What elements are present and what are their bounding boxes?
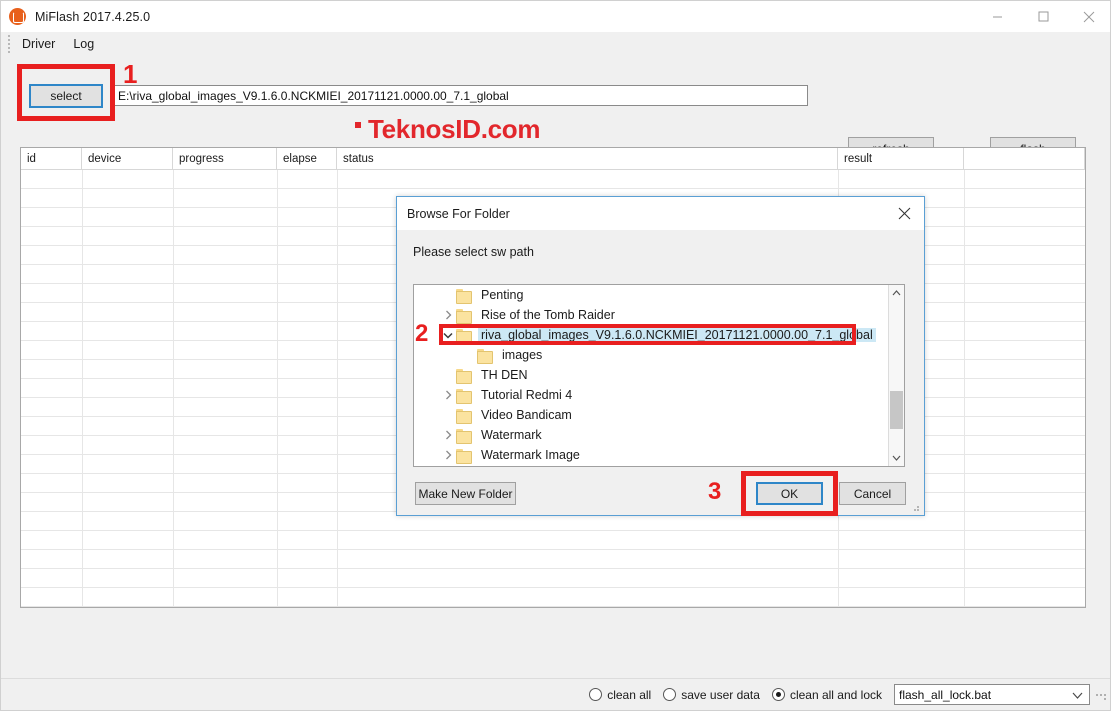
tree-folder-item[interactable]: images xyxy=(414,345,890,365)
chevron-down-icon xyxy=(1072,689,1083,703)
folder-tree[interactable]: Penting Rise of the Tomb Raider riva_globa… xyxy=(413,284,905,467)
flash-script-value: flash_all_lock.bat xyxy=(899,687,992,702)
scroll-down-icon[interactable] xyxy=(889,450,904,466)
tree-folder-label: Watermark Image xyxy=(481,448,580,462)
tree-folder-item[interactable]: Tutorial Redmi 4 xyxy=(414,385,890,405)
minimize-button[interactable] xyxy=(974,1,1020,32)
table-row[interactable] xyxy=(21,170,1085,189)
folder-icon xyxy=(456,368,472,384)
table-column-header[interactable]: result xyxy=(838,148,964,170)
chevron-down-icon[interactable] xyxy=(440,325,456,345)
radio-label: clean all xyxy=(607,687,652,702)
tree-folder-item[interactable]: Video Bandicam xyxy=(414,405,890,425)
table-column-header[interactable]: elapse xyxy=(277,148,337,170)
dialog-title: Browse For Folder xyxy=(407,206,510,221)
table-column-divider xyxy=(964,170,965,607)
tree-selected-folder[interactable]: riva_global_images_V9.1.6.0.NCKMIEI_2017… xyxy=(414,325,890,345)
miflash-window: MiFlash 2017.4.25.0 Driver Log select re… xyxy=(0,0,1111,711)
flash-script-select[interactable]: flash_all_lock.bat xyxy=(894,684,1090,705)
table-column-divider xyxy=(277,170,278,607)
miflash-logo-icon xyxy=(9,8,26,25)
folder-icon xyxy=(456,448,472,464)
tree-folder-label: Video Bandicam xyxy=(481,408,572,422)
table-column-header[interactable]: device xyxy=(82,148,173,170)
folder-icon xyxy=(456,408,472,424)
radio-clean-all[interactable]: clean all xyxy=(589,688,651,702)
watermark-teknosid: TeknosID.com xyxy=(355,114,540,145)
menu-grip-handle[interactable] xyxy=(4,35,13,53)
chevron-right-icon[interactable] xyxy=(440,445,456,465)
make-new-folder-button[interactable]: Make New Folder xyxy=(415,482,516,505)
dialog-prompt: Please select sw path xyxy=(413,245,534,259)
sw-path-input[interactable]: E:\riva_global_images_V9.1.6.0.NCKMIEI_2… xyxy=(114,85,808,106)
scroll-thumb[interactable] xyxy=(890,391,903,429)
tree-folder-label: Watermark xyxy=(481,428,542,442)
radio-save-user-data[interactable]: save user data xyxy=(663,688,760,702)
radio-icon xyxy=(589,688,603,701)
table-column-divider xyxy=(82,170,83,607)
menu-bar: Driver Log xyxy=(1,32,1110,56)
dialog-title-bar: Browse For Folder xyxy=(397,197,924,230)
table-column-divider xyxy=(337,170,338,607)
chevron-right-icon[interactable] xyxy=(440,385,456,405)
window-title: MiFlash 2017.4.25.0 xyxy=(35,9,151,24)
maximize-button[interactable] xyxy=(1020,1,1066,32)
table-header-row: id device progress elapse status result xyxy=(21,148,1085,170)
table-column-divider xyxy=(173,170,174,607)
cancel-button[interactable]: Cancel xyxy=(839,482,906,505)
ok-button[interactable]: OK xyxy=(756,482,823,505)
tree-folder-item[interactable]: Rise of the Tomb Raider xyxy=(414,305,890,325)
menu-item-driver[interactable]: Driver xyxy=(13,34,64,54)
tree-folder-label: riva_global_images_V9.1.6.0.NCKMIEI_2017… xyxy=(478,328,876,342)
radio-icon xyxy=(771,688,785,701)
window-controls xyxy=(974,1,1110,32)
folder-icon xyxy=(477,348,493,364)
tree-folder-label: Tutorial Redmi 4 xyxy=(481,388,573,402)
menu-item-log[interactable]: Log xyxy=(64,34,103,54)
folder-icon xyxy=(456,328,472,344)
table-row[interactable] xyxy=(21,531,1085,550)
folder-icon xyxy=(456,308,472,324)
status-bar: clean all save user data clean all and l… xyxy=(1,678,1110,710)
tree-folder-label: Penting xyxy=(481,288,524,302)
scroll-up-icon[interactable] xyxy=(889,285,904,301)
radio-icon xyxy=(663,688,677,701)
tree-scrollbar[interactable] xyxy=(888,285,904,466)
chevron-right-icon[interactable] xyxy=(440,425,456,445)
table-column-header[interactable]: status xyxy=(337,148,838,170)
table-row[interactable] xyxy=(21,588,1085,607)
table-row[interactable] xyxy=(21,550,1085,569)
window-resize-grip[interactable] xyxy=(1094,688,1106,700)
tree-folder-label: images xyxy=(502,348,543,362)
radio-label: clean all and lock xyxy=(789,687,882,702)
tree-folder-label: TH DEN xyxy=(481,368,528,382)
chevron-right-icon[interactable] xyxy=(440,305,456,325)
radio-clean-all-and-lock[interactable]: clean all and lock xyxy=(771,687,882,702)
select-button[interactable]: select xyxy=(29,84,103,108)
table-column-header[interactable] xyxy=(964,148,1085,170)
dialog-resize-grip[interactable] xyxy=(910,502,920,512)
tree-folder-item[interactable]: Watermark xyxy=(414,425,890,445)
title-bar: MiFlash 2017.4.25.0 xyxy=(1,1,1110,32)
table-column-header[interactable]: id xyxy=(21,148,82,170)
table-column-header[interactable]: progress xyxy=(173,148,277,170)
watermark-text: TeknosID.com xyxy=(368,114,541,144)
close-button[interactable] xyxy=(1066,1,1110,32)
tree-folder-item[interactable]: TH DEN xyxy=(414,365,890,385)
table-row[interactable] xyxy=(21,569,1085,588)
tree-folder-label: Rise of the Tomb Raider xyxy=(481,308,615,322)
dialog-close-icon[interactable] xyxy=(884,197,924,230)
watermark-dot-icon xyxy=(355,121,361,128)
folder-icon xyxy=(456,288,472,304)
tree-folder-item[interactable]: Penting xyxy=(414,285,890,305)
radio-label: save user data xyxy=(681,687,760,702)
folder-icon xyxy=(456,388,472,404)
browse-for-folder-dialog: Browse For Folder Please select sw path … xyxy=(396,196,925,516)
tree-folder-item[interactable]: Watermark Image xyxy=(414,445,890,465)
folder-icon xyxy=(456,428,472,444)
